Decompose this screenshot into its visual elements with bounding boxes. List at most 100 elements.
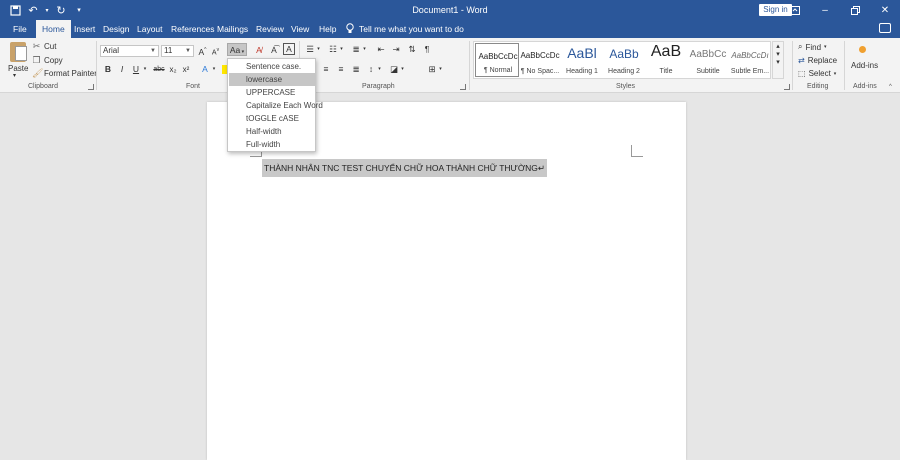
tab-insert[interactable]: Insert [71,20,98,38]
clipboard-group-label: Clipboard [28,83,58,90]
paragraph-group-label: Paragraph [362,83,395,90]
decrease-indent-icon[interactable]: ⇤ [375,43,387,56]
menu-item-uppercase[interactable]: UPPERCASE [229,86,316,99]
chevron-down-icon: ▼ [150,48,156,54]
menu-item-half-width[interactable]: Half-width [229,125,316,138]
style-normal[interactable]: AaBbCcDc ¶ Normal [475,43,519,77]
menu-item-full-width[interactable]: Full-width [229,138,316,151]
styles-launcher-icon[interactable] [784,84,790,90]
line-spacing-dropdown-icon[interactable]: ▾ [377,63,382,76]
close-icon[interactable]: ✕ [870,0,900,20]
chevron-down-icon: ▼ [185,48,191,54]
shading-icon[interactable]: ◪ [388,63,400,76]
chevron-down-icon: ▾ [833,70,837,77]
copy-icon: ❐ [32,55,41,65]
collapse-ribbon-icon[interactable]: ^ [889,84,892,90]
multilevel-list-icon[interactable]: ≣ [350,43,362,56]
replace-label: Replace [807,56,838,65]
replace-button[interactable]: ⇄ Replace [798,56,837,65]
bullets-icon[interactable]: ☰ [304,43,316,56]
menu-item-sentence-case[interactable]: Sentence case. [229,60,316,73]
paste-dropdown-icon[interactable]: ▾ [13,72,16,79]
grow-font-button[interactable]: A^ [197,44,208,57]
menu-item-toggle-case[interactable]: tOGGLE cASE [229,112,316,125]
clear-formatting-icon[interactable]: A̸ [253,44,265,57]
paste-button[interactable]: Paste [8,64,28,73]
style-subtle-emphasis[interactable]: AaBbCcDı Subtle Em... [728,43,772,77]
tell-me-search[interactable]: Tell me what you want to do [346,20,464,38]
style-heading-2[interactable]: AaBb Heading 2 [602,43,646,77]
tab-file[interactable]: File [10,20,30,38]
style-title[interactable]: AaB Title [644,43,688,77]
clipboard-launcher-icon[interactable] [88,84,94,90]
tab-references[interactable]: References [168,20,217,38]
align-right-icon[interactable]: ≡ [335,63,347,76]
tab-help[interactable]: Help [316,20,339,38]
styles-gallery-more-icon[interactable]: ▴ ▾ ▾ [772,41,784,79]
tab-home[interactable]: Home [36,20,71,38]
group-divider [792,41,793,90]
add-ins-button[interactable]: Add-ins [851,61,878,70]
italic-button[interactable]: I [117,63,127,76]
style-no-spacing[interactable]: AaBbCcDc ¶ No Spac... [518,43,562,77]
add-ins-group-label: Add-ins [853,83,877,90]
add-ins-icon[interactable] [859,46,866,53]
change-case-button[interactable]: Aa ▾ [227,43,247,56]
tab-mailings[interactable]: Mailings [214,20,251,38]
tab-view[interactable]: View [288,20,312,38]
font-name-value: Arial [103,46,120,55]
change-case-menu: Sentence case. lowercase UPPERCASE Capit… [227,58,323,152]
sort-icon[interactable]: ⇅ [406,43,418,56]
superscript-button[interactable]: x² [181,63,191,76]
bold-button[interactable]: B [103,63,113,76]
font-name-combo[interactable]: Arial ▼ [100,45,159,57]
style-heading-1[interactable]: AaBl Heading 1 [560,43,604,77]
font-size-combo[interactable]: 11 ▼ [161,45,194,57]
style-name: Heading 1 [566,68,598,75]
paragraph-launcher-icon[interactable] [460,84,466,90]
show-paragraph-marks-icon[interactable]: ¶ [421,43,433,56]
text-effects-icon[interactable]: A [199,63,211,76]
numbering-dropdown-icon[interactable]: ▾ [339,43,344,56]
ribbon-display-options-icon[interactable] [780,0,810,20]
minimize-icon[interactable]: – [810,0,840,20]
copy-label: Copy [44,56,63,65]
select-label: Select [808,69,831,78]
tab-review[interactable]: Review [253,20,287,38]
cut-button[interactable]: ✂ Cut [32,42,57,52]
justify-icon[interactable]: ≣ [350,63,362,76]
underline-button[interactable]: U [131,63,141,76]
character-border-icon[interactable]: A [283,43,295,55]
format-painter-button[interactable]: 🖌 Format Painter [32,69,97,79]
subscript-button[interactable]: x₂ [168,63,178,76]
window-controls: – ✕ [780,0,900,20]
underline-dropdown-icon[interactable]: ▾ [142,63,148,76]
borders-dropdown-icon[interactable]: ▾ [438,63,443,76]
restore-icon[interactable] [840,0,870,20]
text-effects-dropdown-icon[interactable]: ▾ [211,63,217,76]
phonetic-guide-icon[interactable]: A͡ [268,44,280,57]
copy-button[interactable]: ❐ Copy [32,55,63,66]
line-spacing-icon[interactable]: ↕ [365,63,377,76]
tab-layout[interactable]: Layout [134,20,166,38]
menu-item-capitalize-each-word[interactable]: Capitalize Each Word [229,99,323,112]
comments-icon[interactable] [879,23,891,33]
borders-icon[interactable]: ⊞ [426,63,438,76]
numbering-icon[interactable]: ☷ [327,43,339,56]
tab-design[interactable]: Design [100,20,132,38]
find-button[interactable]: ⌕ Find ▾ [798,42,827,52]
shading-dropdown-icon[interactable]: ▾ [400,63,405,76]
paste-icon[interactable] [10,42,27,62]
document-page[interactable] [207,102,686,460]
increase-indent-icon[interactable]: ⇥ [390,43,402,56]
menu-item-lowercase[interactable]: lowercase [229,73,316,86]
multilevel-dropdown-icon[interactable]: ▾ [362,43,367,56]
bullets-dropdown-icon[interactable]: ▾ [316,43,321,56]
select-button[interactable]: ⬚ Select ▾ [798,69,836,78]
shrink-font-button[interactable]: Av [210,44,221,57]
selected-text[interactable]: THÀNH NHÂN TNC TEST CHUYỂN CHỮ HOA THÀNH… [262,159,547,177]
style-subtitle[interactable]: AaBbCc Subtitle [686,43,730,77]
strikethrough-button[interactable]: abc [152,63,166,76]
style-sample: AaB [650,43,682,60]
align-center-icon[interactable]: ≡ [320,63,332,76]
